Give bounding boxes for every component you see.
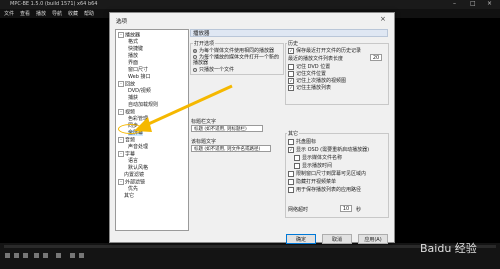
tree-item[interactable]: 优先 [128,186,138,192]
radio-one-file[interactable]: 只播放一个文件 [193,66,234,73]
player-title: MPC-BE 1.5.0 (build 1571) x64 b64 [10,1,98,7]
slow-icon[interactable] [70,253,75,258]
menu-item[interactable]: 播放 [36,10,46,17]
ok-button[interactable]: 确定 [286,234,316,244]
check-show-time[interactable]: 显示播放时间 [294,162,332,169]
annotation-arrow-icon [134,84,233,132]
recent-count-input[interactable]: 20 [370,54,382,61]
check-tray-icon[interactable]: 托盘图标 [288,138,316,145]
tree-item[interactable]: 声音处理 [128,144,148,150]
close-icon[interactable]: × [380,15,386,23]
recent-list-length-label: 最近的播放文件列表长度 [288,56,344,62]
timeout-label: 网络超时 [288,207,309,213]
tree-item[interactable]: 窗口尺寸 [128,67,148,73]
menu-item[interactable]: 导航 [52,10,62,17]
group-label: 打开选项 [193,40,216,47]
player-titlebar: MPC-BE 1.5.0 (build 1571) x64 b64 – □ × [0,0,500,9]
check-limit-window[interactable]: 限制窗口尺寸到屏幕可见区域内 [288,170,366,177]
check-show-filename[interactable]: 显示媒体文件名称 [294,154,342,161]
tree-item[interactable]: - 播放器 [118,32,140,39]
tree-item[interactable]: 语言 [128,158,138,164]
next-icon[interactable] [43,253,48,258]
check-save-history[interactable]: ✓ 保存最近打开文件的历史记录 [288,47,361,54]
timeout-unit: 秒 [356,207,362,213]
menu-item[interactable]: 文件 [4,10,14,17]
radio-icon [193,48,197,53]
tree-item[interactable]: 快捷键 [128,46,143,52]
check-show-osd[interactable]: ✓ 显示 OSD (需要重新启动播放器) [288,146,369,153]
tree-item[interactable]: 内置滤镜 [124,172,144,178]
radio-icon [193,67,197,72]
check-remember-dvd[interactable]: 记住 DVD 位置 [288,63,330,70]
menu-item[interactable]: 收藏 [68,10,78,17]
radio-new-player[interactable]: 为每个播放的媒体文件打开一个新的播放器 [193,55,281,66]
menu-item[interactable]: 查看 [20,10,30,17]
close-icon[interactable]: × [487,0,492,7]
tree-item[interactable]: 默认风格 [128,165,148,171]
group-label: 历史 [287,40,300,47]
cancel-button[interactable]: 取消 [322,234,352,244]
tree-item[interactable]: 界面 [128,60,138,66]
radio-same-player[interactable]: 为每个媒体文件使用相同的播放器 [193,47,274,54]
group-label: 其它 [287,130,300,137]
check-playlist-path[interactable]: 用于保存播放列表的应用路径 [288,186,361,193]
maximize-icon[interactable]: □ [470,0,476,7]
apply-button[interactable]: 应用(A) [358,234,388,244]
panel-header: 播放器 [190,29,388,37]
tree-item[interactable]: 播放 [128,53,138,59]
check-remember-playlist[interactable]: ✓ 记住主播放列表 [288,84,331,91]
pause-icon[interactable] [14,253,19,258]
check-hide-menu[interactable]: 隐藏打开视频菜单 [288,178,336,185]
watermark: Baidu 经验 [420,242,477,255]
prev-icon[interactable] [34,253,39,258]
dialog-title: 选项 [116,19,128,25]
radio-icon [193,55,197,59]
play-icon[interactable] [5,253,10,258]
frame-step-icon[interactable] [56,253,61,258]
check-remember-video[interactable]: ✓ 记住上次播放的视频图 [288,77,346,84]
stop-icon[interactable] [23,253,28,258]
check-remember-file[interactable]: 记住文件位置 [288,70,326,77]
tree-item[interactable]: 格式 [128,39,138,45]
minimize-icon[interactable]: – [453,0,456,7]
timeout-input[interactable]: 10 [340,205,352,212]
tree-item[interactable]: - 外部滤镜 [118,179,145,186]
menu-item[interactable]: 帮助 [84,10,94,17]
tree-item[interactable]: - 字幕 [118,151,135,158]
fast-icon[interactable] [79,253,84,258]
tree-item[interactable]: 其它 [124,193,134,199]
replace-title-select[interactable]: 标题 (如不适用, 则文件名或路径) [191,145,271,152]
